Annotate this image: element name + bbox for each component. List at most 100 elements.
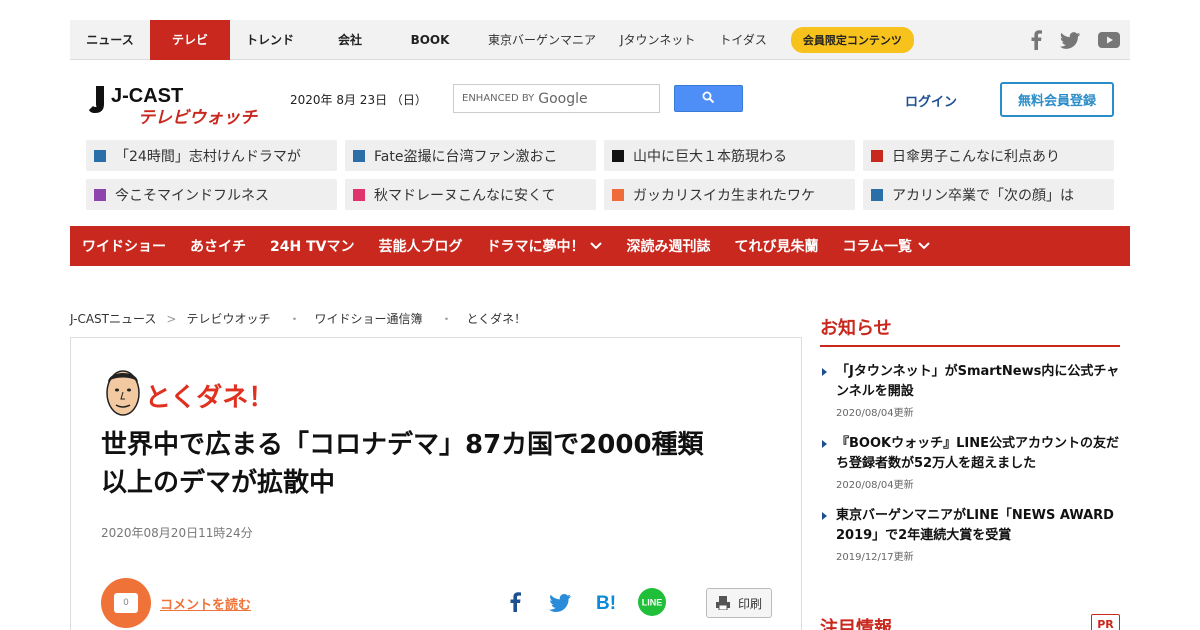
tab-tv[interactable]: テレビ: [150, 19, 230, 60]
category-marker: [353, 149, 365, 162]
article-title-line1: 世界中で広まる「コロナデマ」87カ国で2000種類: [101, 430, 704, 460]
category-marker: [871, 149, 883, 162]
triangle-right-icon: [822, 512, 827, 520]
category-marker: [94, 149, 106, 162]
search-button[interactable]: [674, 85, 743, 112]
notice-text[interactable]: 『BOOKウォッチ』LINE公式アカウントの友だち登録者数が52万人を超えました: [836, 434, 1120, 474]
category-label: 深読み週刊誌: [626, 239, 711, 255]
site-logo[interactable]: J-CAST テレビウォッチ: [86, 80, 266, 130]
triangle-right-icon: [822, 368, 827, 376]
notice-text[interactable]: 「Jタウンネット」がSmartNews内に公式チャンネルを開設: [836, 362, 1120, 402]
trending-label: 日傘男子こんなに利点あり: [892, 148, 1060, 165]
hatena-bookmark-icon[interactable]: B!: [595, 590, 619, 614]
category-weekly-magazine[interactable]: 深読み週刊誌: [626, 236, 710, 256]
register-button[interactable]: 無料会員登録: [1000, 82, 1114, 117]
trending-label: アカリン卒業で「次の顔」は: [892, 187, 1074, 204]
category-marker: [94, 188, 106, 201]
current-date: 2020年 8月 23日 （日）: [290, 93, 427, 107]
trending-item[interactable]: 今こそマインドフルネス: [86, 179, 337, 210]
breadcrumb-item[interactable]: J-CASTニュース: [70, 310, 156, 327]
trending-item[interactable]: ガッカリスイカ生まれたワケ: [604, 179, 855, 210]
printer-icon: [715, 596, 730, 610]
chevron-down-icon: [590, 242, 603, 250]
published-date: 2020年08月20日11時24分: [101, 526, 253, 540]
login-link[interactable]: ログイン: [905, 91, 957, 110]
program-logo[interactable]: とくダネ！: [103, 368, 283, 426]
category-label: ワイドショー: [82, 239, 166, 255]
host-face-icon: [106, 370, 140, 416]
category-label: あさイチ: [190, 239, 246, 255]
article-title: 世界中で広まる「コロナデマ」87カ国で2000種類 以上のデマが拡散中: [101, 426, 781, 502]
category-label: コラム一覧: [842, 239, 913, 255]
search-input[interactable]: ENHANCED BY Google: [453, 84, 660, 113]
search-enhanced-label: ENHANCED BY: [462, 93, 535, 104]
line-icon[interactable]: LINE: [637, 587, 667, 617]
trending-item[interactable]: 秋マドレーヌこんなに安くて: [345, 179, 596, 210]
social-links: [1030, 20, 1120, 60]
article-card: とくダネ！ 世界中で広まる「コロナデマ」87カ国で2000種類 以上のデマが拡散…: [70, 337, 802, 630]
trending-item[interactable]: 「24時間」志村けんドラマが: [86, 140, 337, 171]
tab-trend[interactable]: トレンド: [230, 20, 310, 60]
category-celebrity-blog[interactable]: 芸能人ブログ: [378, 236, 462, 256]
top-navigation: ニュース テレビ トレンド 会社 BOOK 東京バーゲンマニア Jタウンネット …: [70, 19, 1130, 60]
trending-item[interactable]: Fate盗撮に台湾ファン激おこ: [345, 140, 596, 171]
trending-label: Fate盗撮に台湾ファン激おこ: [374, 148, 558, 165]
youtube-icon[interactable]: [1098, 32, 1120, 48]
notice-text[interactable]: 東京バーゲンマニアがLINE「NEWS AWARD 2019」で2年連続大賞を受…: [836, 506, 1120, 546]
category-24h-tv[interactable]: 24H TVマン: [270, 236, 354, 256]
category-wideshow[interactable]: ワイドショー: [82, 236, 166, 256]
tab-news[interactable]: ニュース: [70, 20, 150, 60]
category-marker: [612, 149, 624, 162]
print-label: 印刷: [737, 596, 762, 611]
pr-badge: PR: [1091, 614, 1120, 630]
category-asaichi[interactable]: あさイチ: [190, 236, 246, 256]
read-comments-link[interactable]: コメントを読む: [160, 594, 251, 613]
notice-date: 2019/12/17更新: [836, 552, 914, 563]
article-title-line2: 以上のデマが拡散中: [101, 468, 336, 498]
breadcrumb-separator-icon: ・: [440, 312, 453, 326]
breadcrumb-separator-icon: ・: [288, 312, 301, 326]
link-toidas[interactable]: トイダス: [719, 31, 767, 48]
trending-item[interactable]: 日傘男子こんなに利点あり: [863, 140, 1114, 171]
category-marker: [353, 188, 365, 201]
trending-item[interactable]: 山中に巨大１本筋現わる: [604, 140, 855, 171]
notice-item[interactable]: 『BOOKウォッチ』LINE公式アカウントの友だち登録者数が52万人を超えました…: [822, 434, 1120, 491]
notice-item[interactable]: 「Jタウンネット」がSmartNews内に公式チャンネルを開設 2020/08/…: [822, 362, 1120, 419]
twitter-icon[interactable]: [1060, 31, 1080, 49]
trending-label: 秋マドレーヌこんなに安くて: [374, 187, 556, 204]
breadcrumb-item[interactable]: テレビウオッチ: [186, 310, 270, 327]
twitter-icon[interactable]: [549, 594, 571, 612]
tab-book[interactable]: BOOK: [390, 20, 470, 60]
google-brand: Google: [538, 90, 588, 107]
tab-company[interactable]: 会社: [310, 20, 390, 60]
chevron-down-icon: [918, 242, 930, 250]
member-content-button[interactable]: 会員限定コンテンツ: [790, 26, 914, 53]
trending-label: 山中に巨大１本筋現わる: [633, 148, 787, 165]
featured-heading: 注目情報: [820, 618, 892, 630]
category-drama[interactable]: ドラマに夢中！: [486, 236, 603, 256]
triangle-right-icon: [822, 440, 827, 448]
notices-heading: お知らせ: [820, 318, 892, 339]
category-navigation: ワイドショー あさイチ 24H TVマン 芸能人ブログ ドラマに夢中！ 深読み週…: [70, 226, 1130, 266]
comment-count: 0: [123, 598, 129, 608]
breadcrumb: J-CASTニュース > テレビウオッチ ・ ワイドショー通信簿 ・ とくダネ！: [70, 310, 526, 327]
divider: [820, 345, 1120, 347]
category-column-list[interactable]: コラム一覧: [842, 236, 930, 256]
breadcrumb-item[interactable]: とくダネ！: [467, 310, 527, 327]
notice-item[interactable]: 東京バーゲンマニアがLINE「NEWS AWARD 2019」で2年連続大賞を受…: [822, 506, 1120, 563]
link-tokyo-bargain-mania[interactable]: 東京バーゲンマニア: [488, 31, 596, 48]
category-label: 24H TVマン: [270, 239, 355, 255]
facebook-icon[interactable]: [1030, 30, 1042, 50]
trending-label: ガッカリスイカ生まれたワケ: [633, 187, 815, 204]
category-label: ドラマに夢中！: [486, 239, 585, 255]
print-button[interactable]: 印刷: [706, 588, 772, 618]
notice-date: 2020/08/04更新: [836, 408, 914, 419]
category-terebi-mishuran[interactable]: てれび見朱蘭: [734, 236, 818, 256]
breadcrumb-item[interactable]: ワイドショー通信簿: [314, 310, 422, 327]
link-j-town-net[interactable]: Jタウンネット: [620, 31, 695, 48]
trending-item[interactable]: アカリン卒業で「次の顔」は: [863, 179, 1114, 210]
category-marker: [612, 188, 624, 201]
comment-count-button[interactable]: 0: [101, 578, 151, 628]
breadcrumb-separator-icon: >: [166, 311, 177, 326]
facebook-icon[interactable]: [509, 591, 521, 613]
